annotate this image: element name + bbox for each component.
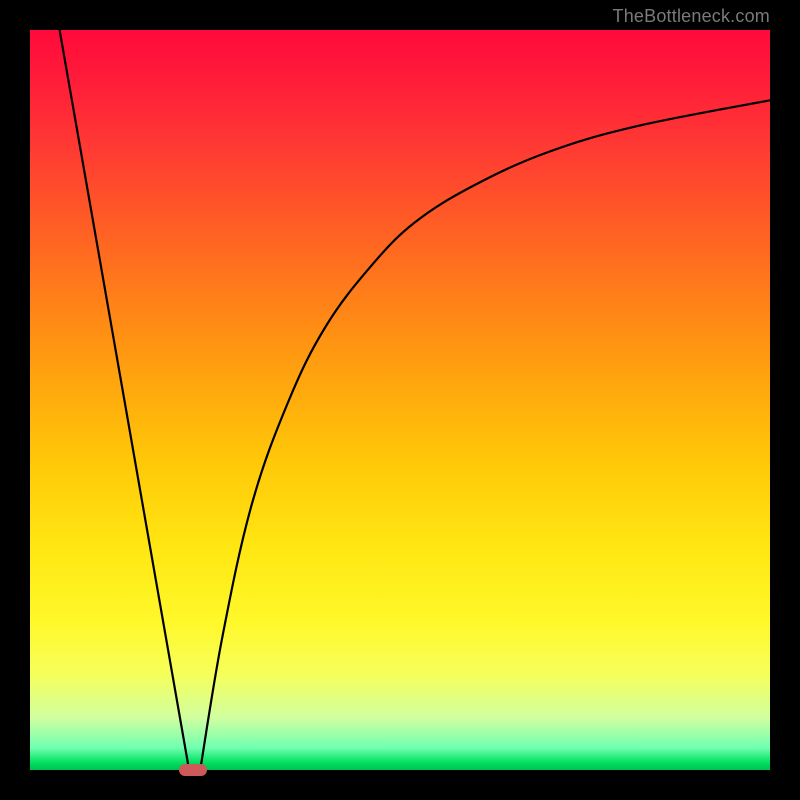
watermark-text: TheBottleneck.com	[613, 6, 770, 27]
curve-right-curve	[200, 100, 770, 770]
optimum-marker	[179, 764, 207, 776]
plot-area	[30, 30, 770, 770]
curve-left-line	[60, 30, 190, 770]
curve-layer	[30, 30, 770, 770]
chart-frame: TheBottleneck.com	[30, 30, 770, 770]
